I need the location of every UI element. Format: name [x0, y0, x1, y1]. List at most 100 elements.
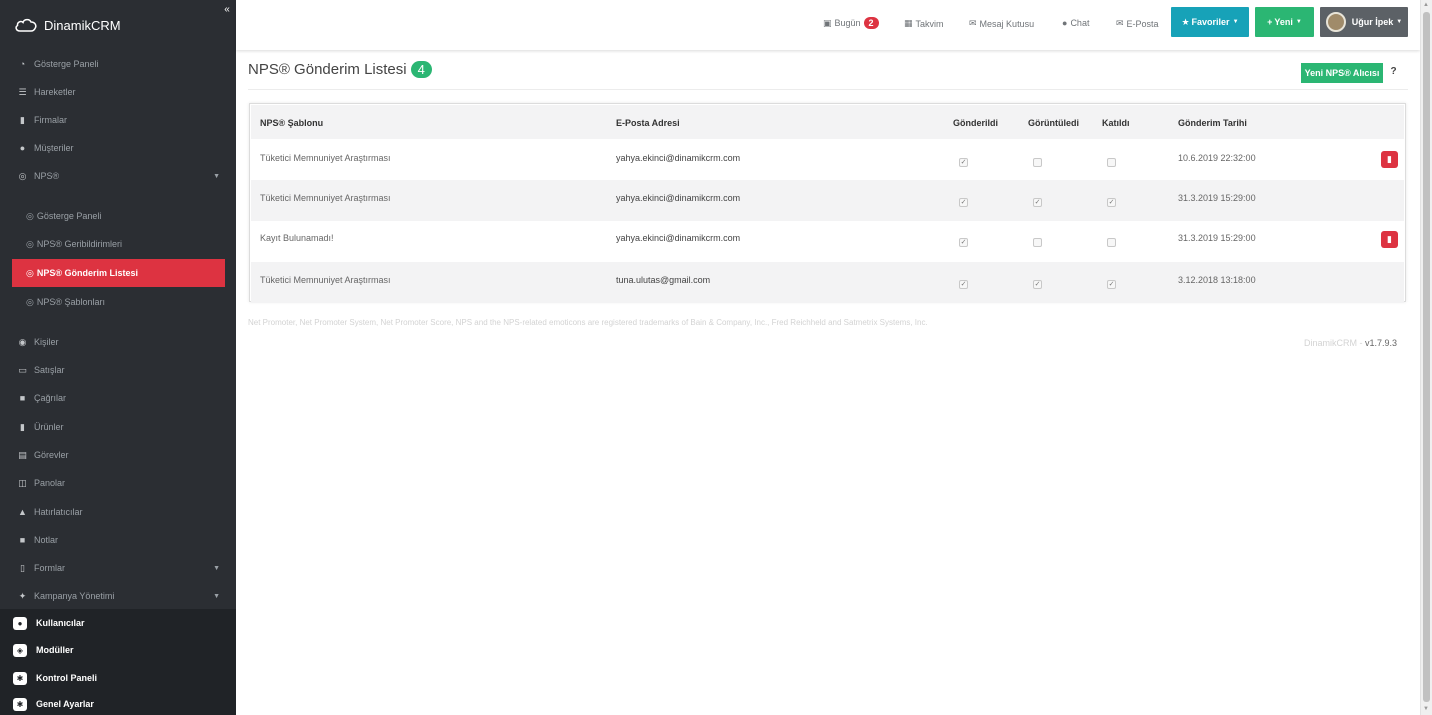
collapse-sidebar-icon[interactable]: « [220, 4, 234, 18]
sidebar-item-kullanicilar[interactable]: ● Kullanıcılar [0, 609, 236, 637]
row-template: Tüketici Memnuniyet Araştırması [260, 153, 391, 163]
sidebar-item-kisiler[interactable]: ◉ Kişiler [0, 328, 236, 356]
email-link[interactable]: ✉ E-Posta [1116, 18, 1159, 29]
sidebar-item-kontrol-paneli[interactable]: ✱ Kontrol Paneli [0, 664, 236, 692]
cog-icon: ✱ [13, 671, 27, 685]
sidebar-item-moduller[interactable]: ◈ Modüller [0, 636, 236, 664]
list-icon: ☰ [18, 86, 27, 97]
sidebar-item-label: Çağrılar [34, 393, 67, 403]
nps-send-table: NPS® Şablonu E-Posta Adresi Gönderildi G… [249, 103, 1406, 303]
plus-icon: + [1267, 17, 1273, 27]
column-header-viewed[interactable]: Görüntüledi [1028, 118, 1079, 128]
sidebar-item-notlar[interactable]: ■ Notlar [0, 526, 236, 554]
sent-checkbox: ✓ [959, 280, 968, 289]
column-header-send-date[interactable]: Gönderim Tarihi [1178, 118, 1247, 128]
divider [248, 89, 1408, 90]
sidebar-item-label: Kullanıcılar [36, 618, 85, 628]
new-button[interactable]: + Yeni ▼ [1255, 7, 1314, 37]
inbox-link[interactable]: ✉ Mesaj Kutusu [969, 18, 1034, 29]
sidebar-item-label: Satışlar [34, 365, 65, 375]
sidebar-item-label: Müşteriler [34, 143, 74, 153]
page-title: NPS® Gönderim Listesi 4 [248, 61, 432, 78]
sidebar-item-label: Kontrol Paneli [36, 673, 98, 683]
version-number: v1.7.9.3 [1364, 338, 1397, 348]
sidebar-item-musteriler[interactable]: ● Müşteriler [0, 134, 236, 162]
sidebar-subitem-nps-feedback[interactable]: ◎ NPS® Geribildirimleri [0, 230, 236, 258]
sidebar-item-satislar[interactable]: ▭ Satışlar [0, 356, 236, 384]
column-header-joined[interactable]: Katıldı [1102, 118, 1130, 128]
sidebar-subitem-nps-send-list[interactable]: ◎ NPS® Gönderim Listesi [12, 259, 225, 287]
sidebar-item-firmalar[interactable]: ▮ Firmalar [0, 106, 236, 134]
delete-button[interactable]: ▮ [1381, 151, 1398, 168]
sidebar-item-hatirlaticilar[interactable]: ▲ Hatırlatıcılar [0, 498, 236, 526]
trademark-note: Net Promoter, Net Promoter System, Net P… [248, 318, 928, 327]
sidebar-item-label: NPS® Gönderim Listesi [36, 268, 139, 278]
chat-label: Chat [1070, 18, 1090, 28]
viewed-checkbox [1033, 158, 1042, 167]
sidebar-item-nps[interactable]: ◎ NPS® ▼ [0, 162, 236, 190]
table-row: Kayıt Bulunamadı! yahya.ekinci@dinamikcrm… [251, 220, 1404, 261]
sidebar-subitem-nps-templates[interactable]: ◎ NPS® Şablonları [0, 288, 236, 316]
chat-link[interactable]: ● Chat [1062, 18, 1089, 28]
row-send-date: 31.3.2019 15:29:00 [1178, 193, 1256, 203]
favorites-button[interactable]: ★ Favoriler ▼ [1171, 7, 1249, 37]
sidebar-item-label: NPS® Geribildirimleri [36, 239, 123, 249]
board-icon: ◫ [18, 477, 27, 488]
user-menu-button[interactable]: Uğur İpek ▼ [1320, 7, 1408, 37]
chevron-down-icon: ▼ [1232, 19, 1239, 25]
target-icon: ◎ [18, 170, 27, 181]
sidebar-item-dashboard[interactable]: ◔ Gösterge Paneli [0, 50, 236, 78]
chevron-down-icon: ▼ [1396, 19, 1403, 25]
table-row: Tüketici Memnuniyet Araştırması yahya.eki… [251, 180, 1404, 221]
column-header-email[interactable]: E-Posta Adresi [616, 118, 680, 128]
scroll-down-icon[interactable]: ▼ [1423, 706, 1429, 712]
sidebar-subitem-nps-dashboard[interactable]: ◎ Gösterge Paneli [0, 202, 236, 230]
sidebar-item-label: Firmalar [34, 115, 67, 125]
page-title-text: NPS® Gönderim Listesi [248, 61, 407, 78]
sidebar-item-label: Kampanya Yönetimi [34, 591, 115, 601]
column-header-sent[interactable]: Gönderildi [953, 118, 998, 128]
trash-icon: ▮ [1387, 154, 1392, 164]
sidebar-bottom-section: ● Kullanıcılar ◈ Modüller ✱ Kontrol Pane… [0, 609, 236, 715]
sidebar-item-genel-ayarlar[interactable]: ✱ Genel Ayarlar [0, 693, 236, 715]
scrollbar-thumb[interactable] [1423, 12, 1430, 702]
sidebar-item-gorevler[interactable]: ▤ Görevler [0, 441, 236, 469]
chat-icon: ● [1062, 18, 1068, 28]
viewed-checkbox: ✓ [1033, 280, 1042, 289]
new-nps-recipient-button[interactable]: Yeni NPS® Alıcısı [1301, 63, 1383, 83]
delete-button[interactable]: ▮ [1381, 231, 1398, 248]
sidebar-item-urunler[interactable]: ▮ Ürünler [0, 413, 236, 441]
joined-checkbox: ✓ [1107, 198, 1116, 207]
file-icon: ▯ [20, 562, 25, 573]
person-icon: ◉ [18, 336, 27, 347]
email-label: E-Posta [1126, 18, 1159, 29]
sidebar-item-hareketler[interactable]: ☰ Hareketler [0, 78, 236, 106]
trash-icon: ▮ [1387, 234, 1392, 244]
calendar-check-icon: ▣ [823, 17, 832, 28]
page-scrollbar[interactable]: ▲ ▼ [1420, 0, 1432, 715]
sent-checkbox: ✓ [959, 198, 968, 207]
sidebar-item-kampanya[interactable]: ✦ Kampanya Yönetimi ▼ [0, 583, 236, 609]
sidebar-item-label: Notlar [34, 535, 59, 545]
sidebar-item-formlar[interactable]: ▯ Formlar ▼ [0, 554, 236, 582]
version-separator: - [1356, 338, 1365, 348]
sidebar-item-panolar[interactable]: ◫ Panolar [0, 469, 236, 497]
box-icon: ▮ [20, 421, 25, 432]
bell-icon: ▲ [18, 506, 27, 517]
column-header-template[interactable]: NPS® Şablonu [260, 118, 323, 128]
sidebar-item-cagrilar[interactable]: ■ Çağrılar [0, 384, 236, 412]
today-link[interactable]: ▣ Bugün 2 [823, 17, 879, 29]
email-icon: ✉ [1116, 18, 1124, 28]
brand-logo[interactable]: DinamikCRM [0, 0, 236, 50]
sidebar-item-label: Panolar [34, 478, 66, 488]
row-email: yahya.ekinci@dinamikcrm.com [616, 153, 741, 163]
joined-checkbox: ✓ [1107, 280, 1116, 289]
calendar-label: Takvim [915, 18, 944, 29]
calendar-link[interactable]: ▦ Takvim [904, 18, 944, 29]
viewed-checkbox: ✓ [1033, 198, 1042, 207]
help-icon[interactable]: ? [1387, 66, 1400, 79]
note-icon: ■ [19, 534, 26, 545]
top-navbar: ▣ Bugün 2 ▦ Takvim ✉ Mesaj Kutusu ● Chat… [236, 0, 1420, 50]
inbox-label: Mesaj Kutusu [979, 18, 1035, 29]
scroll-up-icon[interactable]: ▲ [1423, 2, 1429, 8]
